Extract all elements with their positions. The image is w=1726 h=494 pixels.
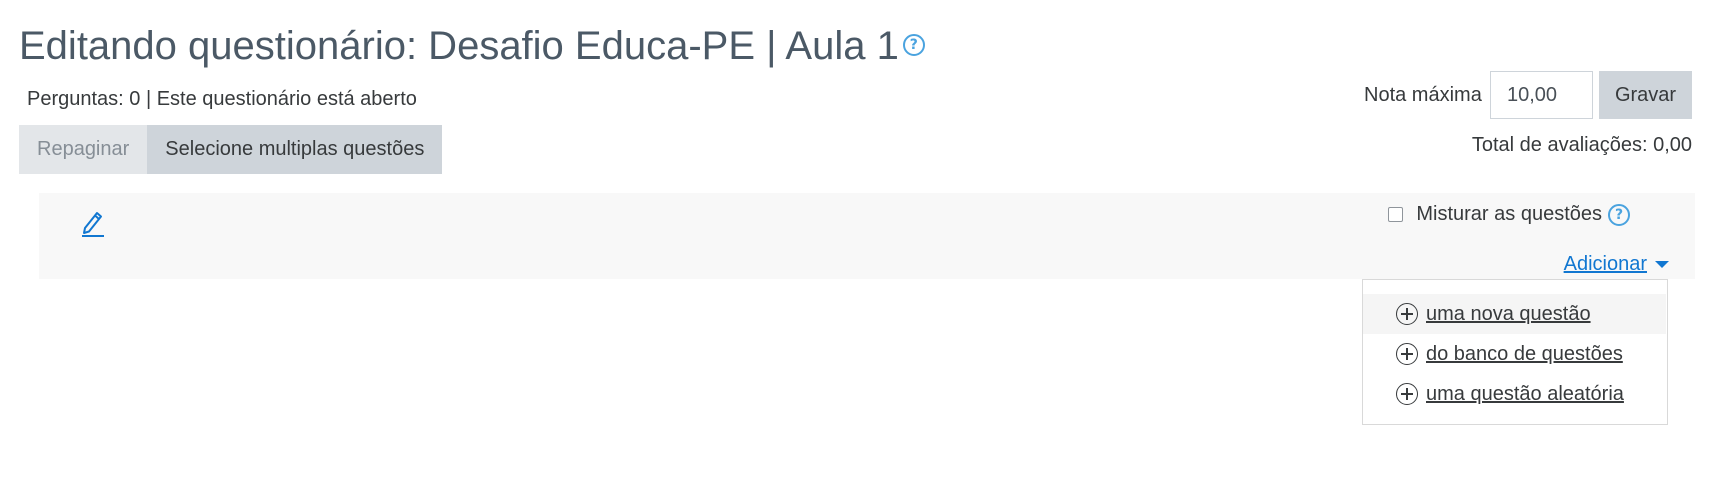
menu-item-label: do banco de questões	[1426, 342, 1623, 365]
menu-item-random-question[interactable]: uma questão aleatória	[1363, 374, 1667, 414]
menu-item-label: uma nova questão	[1426, 302, 1591, 325]
repaginate-button[interactable]: Repaginar	[19, 125, 148, 174]
help-icon[interactable]: ?	[902, 34, 925, 57]
menu-item-label: uma questão aleatória	[1426, 382, 1624, 405]
quiz-section: Misturar as questões ? Adicionar	[39, 193, 1695, 279]
quiz-edit-page: Editando questionário: Desafio Educa-PE …	[0, 0, 1726, 494]
shuffle-checkbox[interactable]	[1388, 207, 1404, 222]
menu-item-new-question[interactable]: uma nova questão	[1363, 294, 1666, 334]
shuffle-questions: Misturar as questões ?	[1388, 203, 1630, 226]
add-label: Adicionar	[1563, 253, 1647, 275]
page-title: Editando questionário: Desafio Educa-PE …	[19, 20, 925, 72]
quiz-status: Perguntas: 0 | Este questionário está ab…	[27, 88, 417, 110]
total-grades: Total de avaliações: 0,00	[1471, 134, 1692, 156]
page-title-text: Editando questionário: Desafio Educa-PE …	[19, 24, 899, 68]
max-grade-label: Nota máxima	[1364, 84, 1482, 106]
menu-item-question-bank[interactable]: do banco de questões	[1363, 334, 1667, 374]
select-multiple-button[interactable]: Selecione multiplas questões	[147, 125, 443, 174]
caret-down-icon	[1655, 261, 1669, 268]
save-button[interactable]: Gravar	[1599, 71, 1692, 119]
plus-circle-icon	[1396, 303, 1418, 325]
add-dropdown-toggle[interactable]: Adicionar	[1564, 253, 1669, 276]
add-dropdown-menu: uma nova questão do banco de questões um…	[1362, 279, 1668, 425]
plus-circle-icon	[1396, 343, 1418, 365]
plus-circle-icon	[1396, 383, 1418, 405]
pencil-icon[interactable]	[79, 207, 107, 237]
max-grade-input[interactable]	[1490, 71, 1593, 119]
toolbar: Repaginar Selecione multiplas questões	[19, 125, 443, 174]
shuffle-help-icon[interactable]: ?	[1608, 203, 1630, 226]
shuffle-label: Misturar as questões	[1416, 203, 1602, 225]
